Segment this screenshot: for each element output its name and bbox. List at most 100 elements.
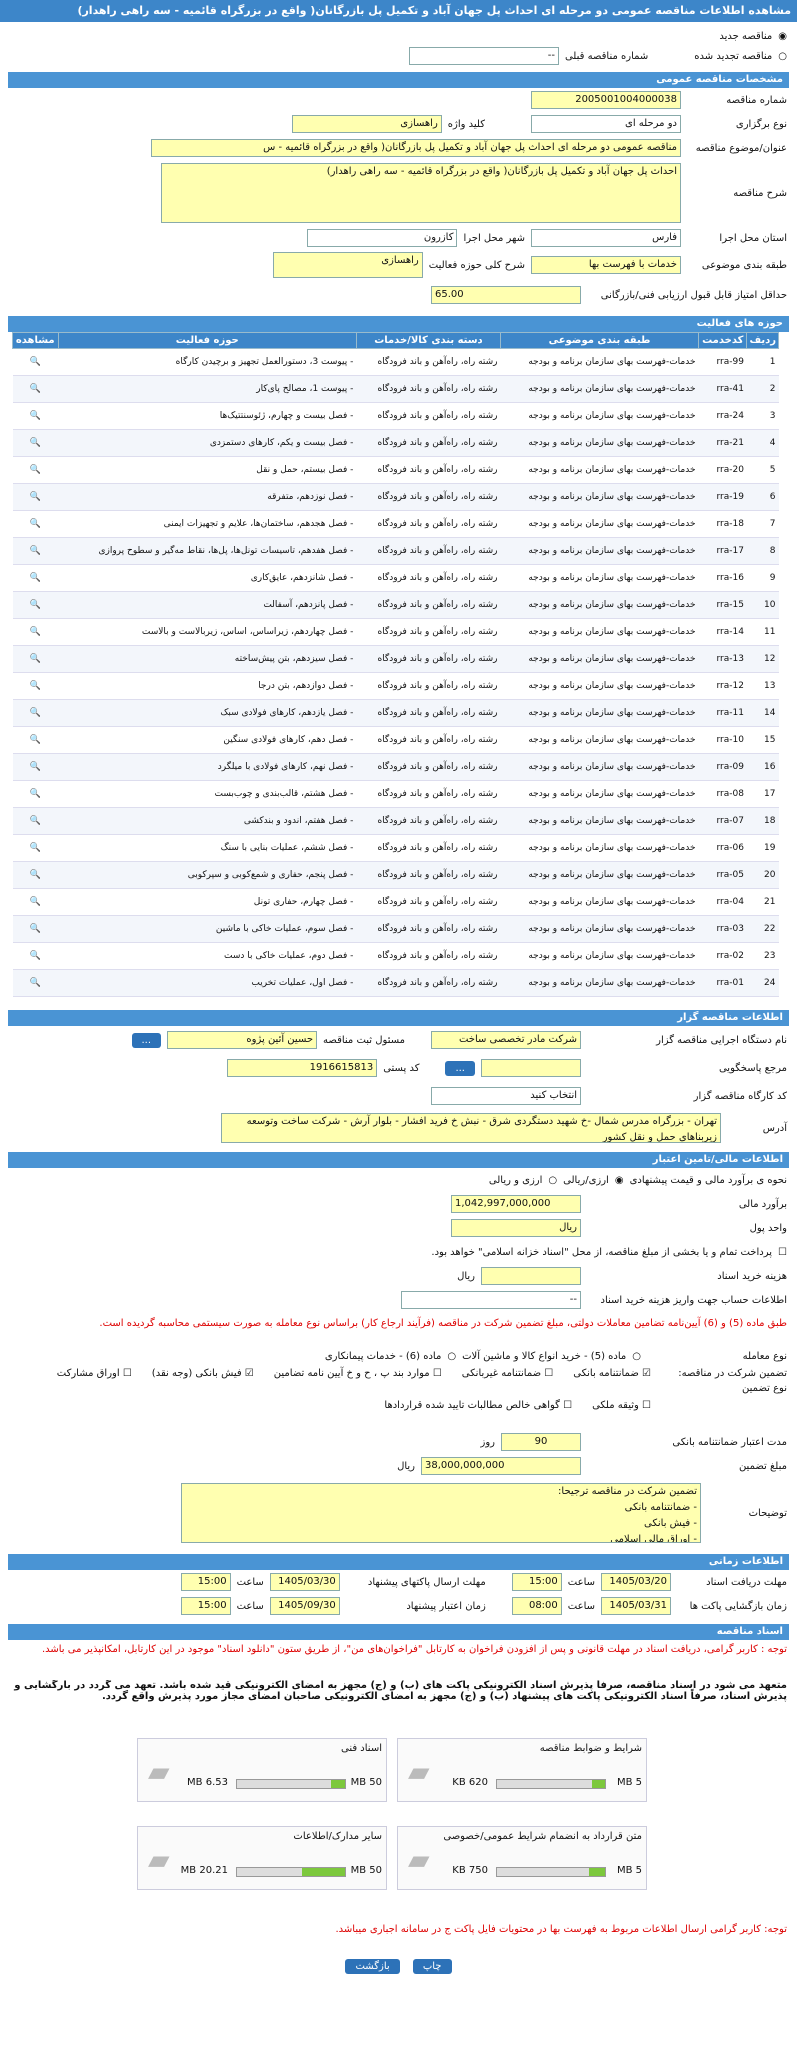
view-icon[interactable]: 🔍 [12,348,58,376]
view-icon[interactable]: 🔍 [12,483,58,511]
row-group: رشته راه، راه‌آهن و باند فرودگاه [356,780,501,808]
view-icon[interactable]: 🔍 [12,402,58,430]
doc-item[interactable]: متن قرارداد به انضمام شرایط عمومی/خصوصی ▰… [397,1826,647,1890]
doc-max: 50 MB [350,1777,382,1788]
guarantee-option[interactable]: ☑ ضمانتنامه بانکی [573,1368,651,1398]
doc-item[interactable]: سایر مدارک/اطلاعات ▰ 50 MB 20.21 MB [137,1826,387,1890]
radio-deal1[interactable]: ○ [632,1351,641,1362]
activity-scope: - فصل شانزدهم، عایق‌کاری [58,564,357,592]
activity-scope: - فصل دهم، کارهای فولادی سنگین [58,726,357,754]
view-icon[interactable]: 🔍 [12,753,58,781]
doc-title: اسناد فنی [341,1743,382,1754]
service-code: rra-41 [698,375,747,403]
view-icon[interactable]: 🔍 [12,375,58,403]
activity-scope: - پیوست 1، مصالح پای‌کار [58,375,357,403]
activity-scope: - فصل یازدهم، کارهای فولادی سبک [58,699,357,727]
activities-table-wrap[interactable]: ردیف کدخدمت طبقه بندی موضوعی دسته بندی کالا… [12,332,779,1004]
rial-label: ارزی/ریالی [563,1174,609,1186]
row-class: خدمات-فهرست بهای سازمان برنامه و بودجه [500,510,699,538]
wg-select[interactable]: انتخاب کنید [431,1087,581,1105]
service-code: rra-03 [698,915,747,943]
row-class: خدمات-فهرست بهای سازمان برنامه و بودجه [500,564,699,592]
radio-deal2[interactable]: ○ [447,1351,456,1362]
fee-unit: ریال [457,1270,475,1282]
table-row: 1 rra-99 خدمات-فهرست بهای سازمان برنامه و … [12,348,779,376]
row-index: 14 [746,699,779,727]
days-unit: روز [480,1436,496,1448]
pay-checkbox[interactable]: ☐ [778,1247,787,1258]
number-label: شماره مناقصه [726,94,787,106]
view-icon[interactable]: 🔍 [12,645,58,673]
view-icon[interactable]: 🔍 [12,564,58,592]
folder-icon: ▰ [148,1755,170,1788]
view-icon[interactable]: 🔍 [12,915,58,943]
cur-label: واحد پول [749,1222,787,1234]
amount-label: مبلغ تضمین [738,1460,787,1472]
acct-select[interactable]: -- [401,1291,581,1309]
est-field: 1,042,997,000,000 [451,1195,581,1213]
view-icon[interactable]: 🔍 [12,618,58,646]
guarantee-option-label: اوراق مشارکت [56,1368,120,1379]
ref-button[interactable]: ... [445,1060,475,1076]
row-index: 18 [746,807,779,835]
row-group: رشته راه، راه‌آهن و باند فرودگاه [356,699,501,727]
docs-note3: توجه: کاربر گرامی ارسال اطلاعات مربوط به… [335,1924,787,1935]
part-label: تضمین شرکت در مناقصه: [678,1368,787,1379]
back-button[interactable]: بازگشت [345,1959,400,1974]
view-icon[interactable]: 🔍 [12,861,58,889]
print-button[interactable]: چاپ [412,1959,452,1974]
guarantee-option[interactable]: ☐ موارد بند پ ، ح و خ آیین نامه تضامین [274,1368,442,1398]
view-icon[interactable]: 🔍 [12,726,58,754]
row-group: رشته راه، راه‌آهن و باند فرودگاه [356,618,501,646]
prev-select[interactable]: -- [408,47,559,65]
guarantee-option[interactable]: ☐ گواهی خالص مطالبات تایید شده قراردادها [384,1400,572,1430]
view-icon[interactable]: 🔍 [12,591,58,619]
view-icon[interactable]: 🔍 [12,537,58,565]
view-icon[interactable]: 🔍 [12,942,58,970]
resp-button[interactable]: ... [131,1032,162,1048]
send-label: مهلت ارسال پاکتهای پیشنهاد [367,1576,486,1588]
view-icon[interactable]: 🔍 [12,834,58,862]
addr-label: آدرس [762,1122,787,1134]
view-icon[interactable]: 🔍 [12,780,58,808]
fee-field[interactable] [481,1267,581,1285]
type-select[interactable]: دو مرحله ای [531,115,681,133]
row-class: خدمات-فهرست بهای سازمان برنامه و بودجه [500,591,699,619]
view-icon[interactable]: 🔍 [12,672,58,700]
doc-item[interactable]: شرایط و ضوابط مناقصه ▰ 5 MB 620 KB [397,1738,647,1802]
service-code: rra-99 [698,348,747,376]
service-code: rra-16 [698,564,747,592]
view-icon[interactable]: 🔍 [12,510,58,538]
row-index: 5 [746,456,779,484]
docs-note1: توجه : کاربر گرامی، دریافت اسناد در مهلت… [41,1644,787,1655]
view-icon[interactable]: 🔍 [12,888,58,916]
guarantee-option[interactable]: ☐ اوراق مشارکت [57,1368,132,1398]
deal-label: نوع معامله [742,1350,787,1362]
view-icon[interactable]: 🔍 [12,969,58,997]
radio-rial[interactable]: ◉ [615,1175,624,1186]
ref-field[interactable] [481,1059,581,1077]
view-icon[interactable]: 🔍 [12,429,58,457]
service-code: rra-17 [698,537,747,565]
radio-renewed[interactable]: ○ [778,51,787,62]
province-select[interactable]: فارس [531,229,681,247]
guarantee-option[interactable]: ☑ فیش بانکی (وجه نقد) [152,1368,254,1398]
view-icon[interactable]: 🔍 [12,807,58,835]
row-group: رشته راه، راه‌آهن و باند فرودگاه [356,429,501,457]
days-label: مدت اعتبار ضمانتنامه بانکی [672,1436,787,1448]
radio-fx[interactable]: ○ [548,1175,557,1186]
row-index: 21 [746,888,779,916]
radio-new[interactable]: ◉ [778,31,787,42]
row-index: 16 [746,753,779,781]
guarantee-option-label: گواهی خالص مطالبات تایید شده قراردادها [384,1400,560,1411]
table-row: 11 rra-14 خدمات-فهرست بهای سازمان برنامه و… [12,618,779,646]
guarantee-option[interactable]: ☐ ضمانتنامه غیربانکی [462,1368,553,1398]
guarantee-option[interactable]: ☐ وثیقه ملکی [592,1400,651,1430]
doc-item[interactable]: اسناد فنی ▰ 50 MB 6.53 MB [137,1738,387,1802]
row-index: 4 [746,429,779,457]
view-icon[interactable]: 🔍 [12,456,58,484]
city-select[interactable]: کازرون [307,229,458,247]
guarantee-option-label: وثیقه ملکی [592,1400,639,1411]
row-group: رشته راه، راه‌آهن و باند فرودگاه [356,375,501,403]
view-icon[interactable]: 🔍 [12,699,58,727]
